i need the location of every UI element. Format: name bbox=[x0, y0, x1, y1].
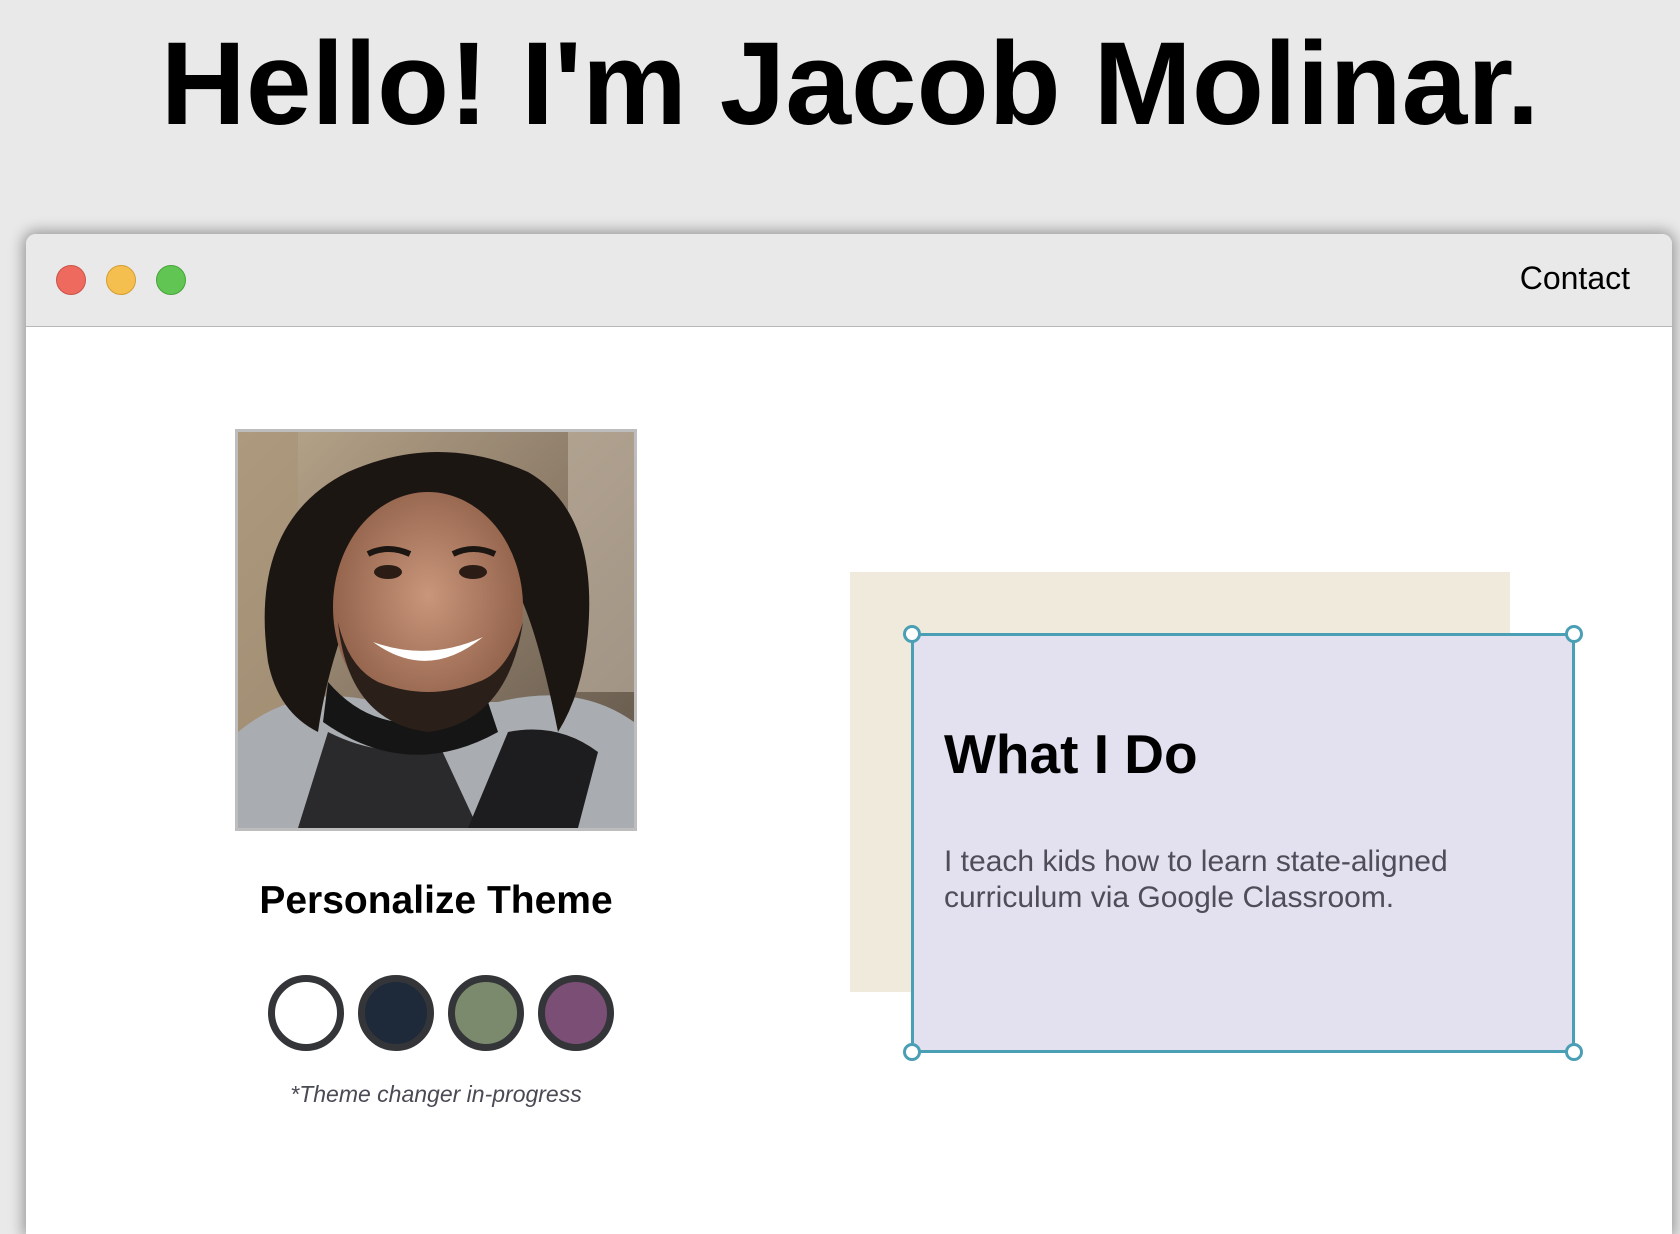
portrait-image bbox=[238, 432, 634, 828]
theme-changer-note: *Theme changer in-progress bbox=[290, 1081, 582, 1107]
personalize-theme-heading: Personalize Theme bbox=[259, 879, 613, 922]
theme-swatch-plum[interactable] bbox=[538, 975, 614, 1051]
what-i-do-card[interactable]: What I Do I teach kids how to learn stat… bbox=[903, 625, 1583, 1061]
theme-swatch-white[interactable] bbox=[268, 975, 344, 1051]
resize-handle-top-left[interactable] bbox=[903, 625, 921, 643]
page-heading: Hello! I'm Jacob Molinar. bbox=[160, 18, 1540, 150]
card-title: What I Do bbox=[944, 723, 1198, 785]
browser-window: Contact Personalize Theme *Theme changer… bbox=[26, 234, 1672, 1234]
profile-photo bbox=[235, 429, 637, 831]
minimize-window-button[interactable] bbox=[106, 265, 136, 295]
card-description: I teach kids how to learn state-aligned … bbox=[944, 845, 1448, 914]
theme-swatch-navy[interactable] bbox=[358, 975, 434, 1051]
resize-handle-bottom-left[interactable] bbox=[903, 1043, 921, 1061]
theme-swatch-sage[interactable] bbox=[448, 975, 524, 1051]
resize-handle-bottom-right[interactable] bbox=[1565, 1043, 1583, 1061]
resize-handle-top-right[interactable] bbox=[1565, 625, 1583, 643]
nav-contact-link[interactable]: Contact bbox=[1520, 260, 1630, 297]
maximize-window-button[interactable] bbox=[156, 265, 186, 295]
window-title-bar: Contact bbox=[26, 234, 1672, 327]
theme-swatches bbox=[268, 975, 618, 1053]
close-window-button[interactable] bbox=[56, 265, 86, 295]
